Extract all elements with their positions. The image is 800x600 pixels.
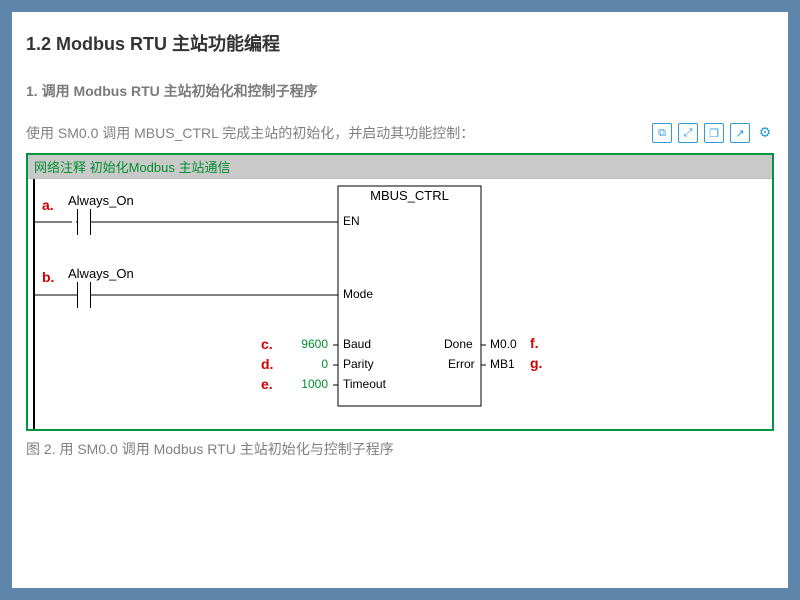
network-comment: 网络注释 初始化Modbus 主站通信: [28, 155, 772, 179]
ladder-canvas: a. Always_On b. Always_On MBUS_CTRL EN M…: [28, 179, 772, 429]
share-icon[interactable]: ↗: [730, 123, 750, 143]
page-content: 1.2 Modbus RTU 主站功能编程 1. 调用 Modbus RTU 主…: [12, 12, 788, 588]
val-done: M0.0: [490, 337, 517, 351]
annotation-e: e.: [261, 376, 273, 392]
pin-done: Done: [444, 337, 473, 351]
pin-mode: Mode: [343, 287, 373, 301]
rung1-tag: Always_On: [68, 193, 134, 208]
figure-toolbar: ⧉ ⤢ ❐ ↗ ⚙: [652, 123, 774, 143]
val-error: MB1: [490, 357, 515, 371]
rung2-tag: Always_On: [68, 266, 134, 281]
pin-timeout: Timeout: [343, 377, 386, 391]
figure-caption: 图 2. 用 SM0.0 调用 Modbus RTU 主站初始化与控制子程序: [26, 439, 774, 459]
annotation-c: c.: [261, 336, 273, 352]
expand-icon[interactable]: ⤢: [678, 123, 698, 143]
annotation-a: a.: [42, 197, 54, 213]
annotation-f: f.: [530, 335, 539, 351]
pin-baud: Baud: [343, 337, 371, 351]
window-icon[interactable]: ❐: [704, 123, 724, 143]
pin-parity: Parity: [343, 357, 374, 371]
window-frame: 1.2 Modbus RTU 主站功能编程 1. 调用 Modbus RTU 主…: [0, 0, 800, 600]
copy-icon[interactable]: ⧉: [652, 123, 672, 143]
val-baud: 9600: [283, 337, 328, 351]
body-text: 使用 SM0.0 调用 MBUS_CTRL 完成主站的初始化，并启动其功能控制：: [26, 123, 652, 143]
val-timeout: 1000: [283, 377, 328, 391]
annotation-g: g.: [530, 355, 542, 371]
pin-en: EN: [343, 214, 360, 228]
step-heading: 1. 调用 Modbus RTU 主站初始化和控制子程序: [26, 81, 774, 101]
ladder-wiring: [28, 179, 772, 429]
section-heading: 1.2 Modbus RTU 主站功能编程: [26, 30, 774, 56]
val-parity: 0: [283, 357, 328, 371]
fb-title: MBUS_CTRL: [368, 188, 451, 203]
annotation-d: d.: [261, 356, 273, 372]
pin-error: Error: [448, 357, 475, 371]
settings-icon[interactable]: ⚙: [756, 123, 774, 141]
annotation-b: b.: [42, 269, 54, 285]
ladder-diagram: 网络注释 初始化Modbus 主站通信: [26, 153, 774, 431]
body-row: 使用 SM0.0 调用 MBUS_CTRL 完成主站的初始化，并启动其功能控制：…: [26, 123, 774, 143]
